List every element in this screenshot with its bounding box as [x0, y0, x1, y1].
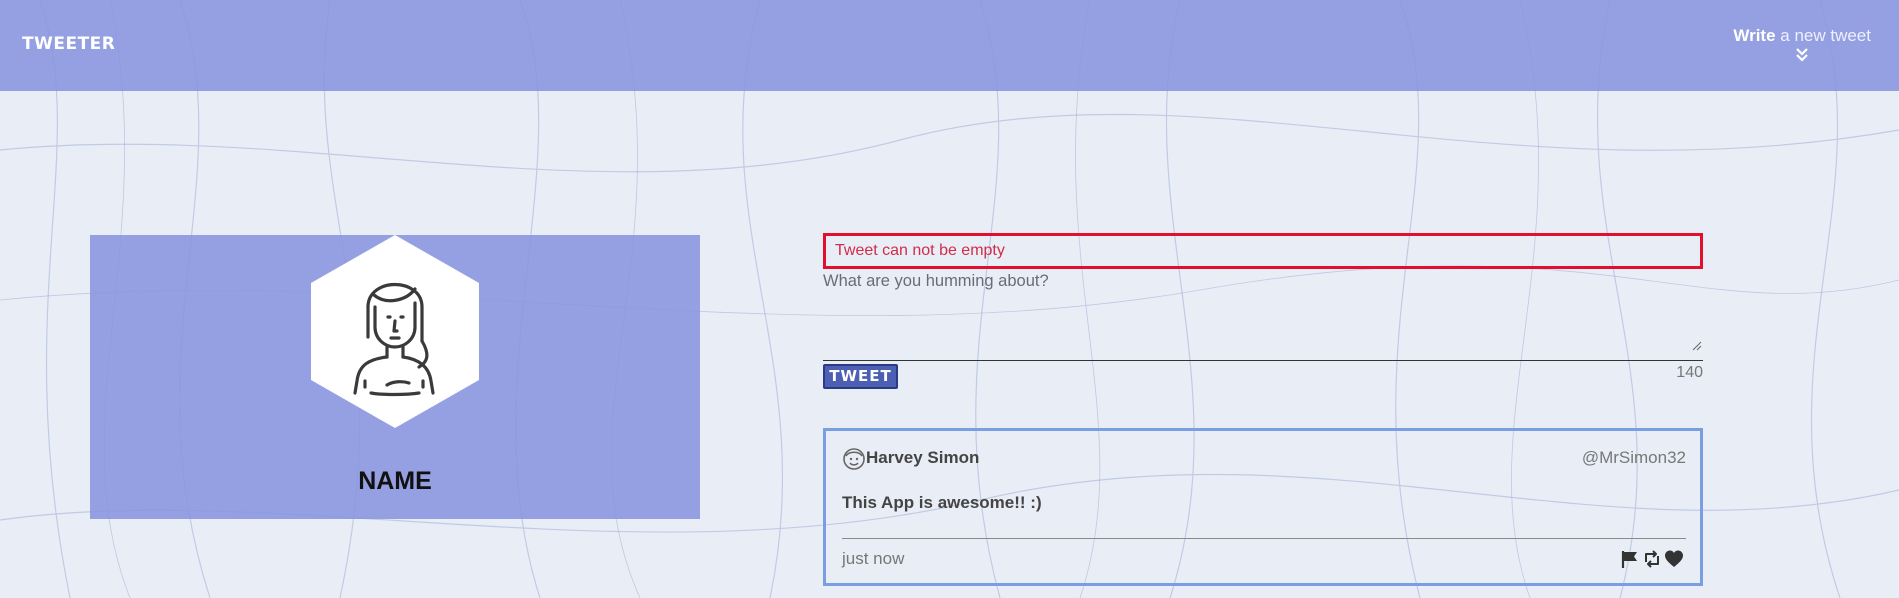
tweet-composer: Tweet can not be empty What are you humm… [823, 233, 1703, 389]
profile-card: NAME [90, 235, 700, 519]
tweet-button[interactable]: TWEET [823, 364, 898, 389]
tweet-header: Harvey Simon @MrSimon32 [842, 445, 1686, 473]
double-chevron-down-icon [1796, 48, 1808, 62]
flag-icon[interactable] [1620, 549, 1640, 569]
write-new-tweet-link[interactable]: Write a new tweet [1733, 26, 1871, 62]
tweet-card: Harvey Simon @MrSimon32 This App is awes… [823, 428, 1703, 586]
tweet-textarea[interactable] [823, 293, 1703, 361]
heart-icon[interactable] [1664, 549, 1684, 569]
tweet-author-handle: @MrSimon32 [1581, 448, 1686, 467]
profile-name: NAME [358, 467, 432, 495]
error-message: Tweet can not be empty [823, 233, 1703, 269]
retweet-icon[interactable] [1642, 549, 1662, 569]
woman-avatar-icon [311, 235, 479, 428]
tweet-actions [1620, 549, 1684, 571]
character-counter: 140 [1676, 364, 1703, 381]
top-navbar: TWEETER Write a new tweet [0, 0, 1899, 91]
tweet-divider [842, 538, 1686, 539]
write-link-label: Write a new tweet [1733, 26, 1871, 45]
tweet-text: This App is awesome!! :) [842, 493, 1042, 512]
tweet-timestamp: just now [842, 549, 905, 568]
smiley-avatar-icon [843, 448, 865, 470]
composer-label: What are you humming about? [823, 272, 1049, 290]
tweet-author-name: Harvey Simon [866, 448, 980, 467]
resize-handle-icon[interactable] [1692, 341, 1702, 351]
app-logo[interactable]: TWEETER [22, 34, 115, 54]
